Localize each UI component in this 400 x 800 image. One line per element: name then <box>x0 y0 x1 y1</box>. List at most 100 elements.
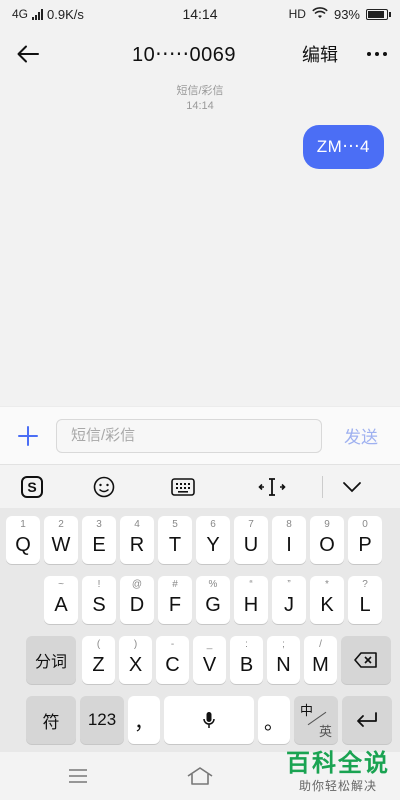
send-button[interactable]: 发送 <box>322 423 400 448</box>
backspace-key[interactable] <box>341 636 391 684</box>
key-i[interactable]: 8I <box>272 516 306 564</box>
key-hint: 5 <box>172 519 178 530</box>
en-label: 英 <box>318 724 332 739</box>
key-c[interactable]: -C <box>156 636 189 684</box>
plus-icon <box>18 425 38 446</box>
key-w[interactable]: 2W <box>44 516 78 564</box>
sogou-logo-button[interactable]: S <box>0 465 64 509</box>
key-hint: 2 <box>58 519 64 530</box>
hd-indicator: HD <box>288 7 306 21</box>
key-u[interactable]: 7U <box>234 516 268 564</box>
key-hint: “ <box>249 579 253 590</box>
message-input[interactable] <box>56 418 322 453</box>
wifi-icon <box>312 6 328 22</box>
key-p[interactable]: 0P <box>348 516 382 564</box>
enter-icon <box>357 712 377 727</box>
key-n[interactable]: ; N <box>267 636 300 684</box>
key-h[interactable]: “H <box>234 576 268 624</box>
key-hint: ! <box>97 579 101 590</box>
attach-button[interactable] <box>0 407 56 465</box>
key-label: G <box>205 593 221 616</box>
enter-key[interactable] <box>342 696 392 744</box>
menu-nav-button[interactable] <box>48 752 108 800</box>
key-label: T <box>168 533 182 556</box>
conversation-area: 短信/彩信 14:14 ZM‧‧‧4 <box>0 80 400 406</box>
space-key[interactable] <box>164 696 254 744</box>
key-z[interactable]: (Z <box>82 636 115 684</box>
back-arrow-icon <box>17 45 39 63</box>
edit-button[interactable]: 编辑 <box>286 41 354 67</box>
key-hint: @ <box>131 579 143 590</box>
key-label: K <box>320 593 334 616</box>
key-label: A <box>54 593 68 616</box>
number-key[interactable]: 123 <box>80 696 124 744</box>
key-a[interactable]: ~ A <box>44 576 78 624</box>
comma-key[interactable]: ， <box>128 696 160 744</box>
key-q[interactable]: 1Q <box>6 516 40 564</box>
key-label: O <box>319 533 335 556</box>
back-button[interactable] <box>0 28 56 80</box>
message-bubble-outgoing[interactable]: ZM‧‧‧4 <box>302 125 384 169</box>
key-f[interactable]: # F <box>158 576 192 624</box>
key-x[interactable]: ) X <box>119 636 152 684</box>
message-time: 14:14 <box>186 100 214 112</box>
zh-label: 中 <box>300 703 314 718</box>
system-nav-bar: 百科全说 助你轻松解决 <box>0 751 400 800</box>
key-s[interactable]: ! S <box>82 576 116 624</box>
key-hint: ) <box>133 639 138 650</box>
key-hint: 6 <box>210 519 216 530</box>
network-speed: 0.9K/s <box>47 6 84 22</box>
key-hint: ; <box>282 639 285 650</box>
key-label: B <box>239 653 254 676</box>
contact-title: 10‧‧‧‧‧0069 <box>131 43 237 66</box>
hide-keyboard-button[interactable] <box>323 465 380 509</box>
key-label: Z <box>92 653 105 676</box>
more-button[interactable] <box>354 28 400 80</box>
key-label: U <box>243 533 259 556</box>
fenci-key[interactable]: 分词 <box>26 636 76 684</box>
key-hint: # <box>172 579 178 590</box>
status-right: HD 93% <box>248 6 391 22</box>
status-left: 4G 0.9K/s <box>12 7 152 22</box>
key-e[interactable]: 3E <box>82 516 116 564</box>
key-b[interactable]: :B <box>230 636 263 684</box>
key-label: W <box>51 533 71 556</box>
home-nav-button[interactable] <box>170 752 230 800</box>
emoji-button[interactable] <box>64 465 144 509</box>
zh-en-toggle-key[interactable]: 中 英 <box>294 696 338 744</box>
key-m[interactable]: / M <box>304 636 337 684</box>
signal-icon <box>32 8 44 20</box>
key-row-1: 1Q2W3E4R5T6Y7U8I9O0P <box>0 516 400 564</box>
keyboard-layout-button[interactable] <box>144 465 222 509</box>
key-j[interactable]: ” J <box>272 576 306 624</box>
cursor-move-button[interactable] <box>222 465 322 509</box>
key-hint: 4 <box>134 519 140 530</box>
key-t[interactable]: 5T <box>158 516 192 564</box>
key-hint: * <box>325 579 329 590</box>
key-g[interactable]: % G <box>196 576 230 624</box>
key-label: M <box>312 653 329 676</box>
key-o[interactable]: 9O <box>310 516 344 564</box>
key-label: R <box>129 533 145 556</box>
key-label: V <box>202 653 217 676</box>
message-type-label: 短信/彩信 <box>176 85 224 97</box>
keyboard: 1Q2W3E4R5T6Y7U8I9O0P ~ A! S @ D # F% G “H” J * K? L … <box>0 508 400 752</box>
key-v[interactable]: _ V <box>193 636 226 684</box>
key-d[interactable]: @ D <box>120 576 154 624</box>
svg-text:S: S <box>27 479 36 495</box>
key-label: C <box>165 653 180 676</box>
key-label: X <box>128 653 143 676</box>
symbol-key[interactable]: 符 <box>26 696 76 744</box>
key-label: P <box>358 533 372 556</box>
keyboard-toolbar: S <box>0 464 400 508</box>
status-bar: 4G 0.9K/s 14:14 HD 93% <box>0 0 400 28</box>
key-y[interactable]: 6Y <box>196 516 230 564</box>
period-key[interactable]: 。 <box>258 696 290 744</box>
key-k[interactable]: * K <box>310 576 344 624</box>
network-type: 4G <box>12 7 29 21</box>
key-label: I <box>286 533 292 556</box>
key-r[interactable]: 4R <box>120 516 154 564</box>
key-l[interactable]: ? L <box>348 576 382 624</box>
sogou-logo-icon: S <box>21 475 43 498</box>
key-label: N <box>276 653 291 676</box>
